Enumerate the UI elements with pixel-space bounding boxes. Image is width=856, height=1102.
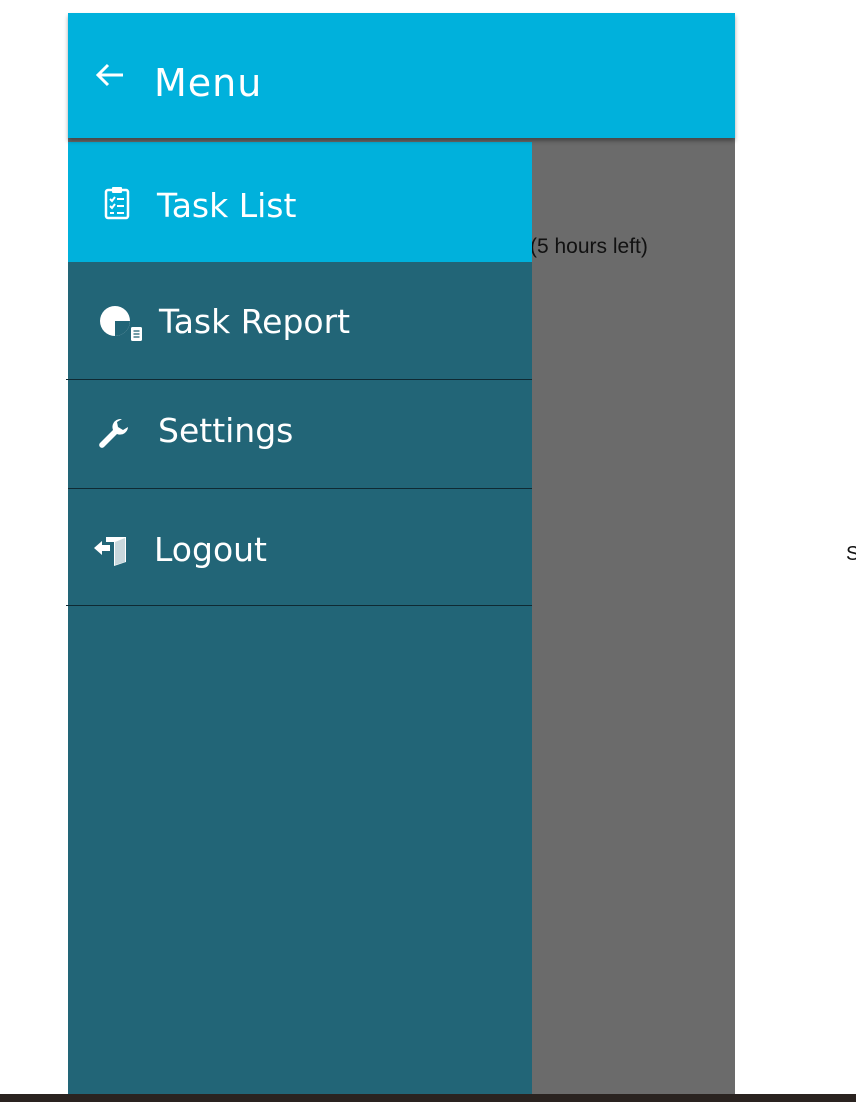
pie-report-icon <box>98 304 146 348</box>
drawer-item-label: Task Report <box>159 302 351 341</box>
system-nav-bar <box>0 1094 856 1102</box>
drawer-item-label: Logout <box>154 530 267 569</box>
logout-door-icon <box>92 532 130 574</box>
drawer-item-label: Task List <box>157 186 297 225</box>
drawer-item-logout[interactable]: Logout <box>68 488 532 605</box>
drawer-item-task-list[interactable]: Task List <box>68 142 532 262</box>
wrench-icon <box>96 415 130 453</box>
drawer-item-settings[interactable]: Settings <box>68 379 532 488</box>
task-time-left: (5 hours left) <box>530 235 648 258</box>
navigation-drawer: Task List Task Report Settings Logout <box>68 142 532 1094</box>
drawer-item-task-report[interactable]: Task Report <box>68 262 532 379</box>
divider <box>66 605 532 606</box>
page-title: Menu <box>154 61 263 105</box>
offscreen-text: S <box>846 543 856 565</box>
drawer-item-label: Settings <box>158 411 294 450</box>
divider <box>68 488 532 489</box>
divider <box>66 379 532 380</box>
back-arrow-icon[interactable] <box>94 59 126 91</box>
app-header: Menu <box>68 13 735 138</box>
clipboard-checklist-icon <box>104 186 130 224</box>
